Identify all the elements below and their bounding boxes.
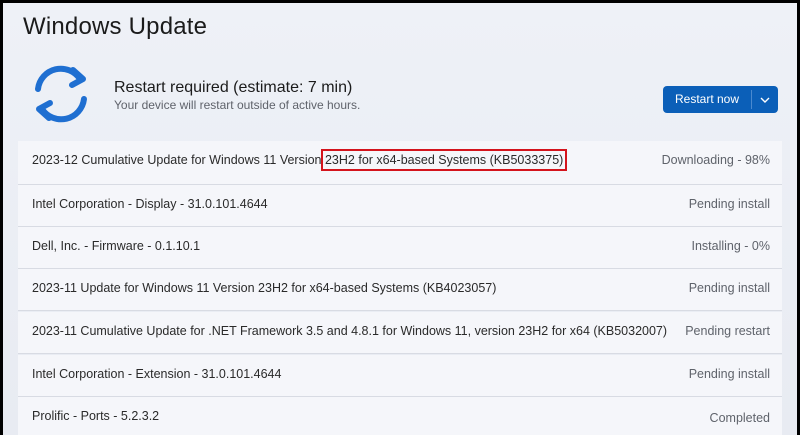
update-status: Pending restart [685,324,770,338]
restart-now-button[interactable]: Restart now [663,86,751,113]
update-row[interactable]: Prolific - Ports - 5.2.3.2 Completed [18,397,782,435]
update-status: Completed [709,411,770,425]
update-status: Installing - 0% [691,239,770,253]
settings-window: Windows Update Restart required (estimat… [3,3,797,435]
update-list: 2023-12 Cumulative Update for Windows 11… [18,141,782,435]
restart-now-split-button: Restart now [663,86,779,113]
update-name: Intel Corporation - Extension - 31.0.101… [32,367,282,381]
update-row[interactable]: Dell, Inc. - Firmware - 0.1.10.1 Install… [18,227,782,269]
update-status: Pending install [688,197,770,211]
sync-icon [35,65,87,123]
update-status: Pending install [688,367,770,381]
update-row[interactable]: Intel Corporation - Extension - 31.0.101… [18,355,782,397]
update-name: 2023-11 Cumulative Update for .NET Frame… [32,324,668,338]
highlighted-kb-text: 23H2 for x64-based Systems (KB5033375) [320,149,568,171]
status-subtitle: Your device will restart outside of acti… [114,98,361,112]
update-status: Downloading - 98% [661,153,770,167]
update-row[interactable]: 2023-12 Cumulative Update for Windows 11… [18,141,782,185]
restart-options-dropdown[interactable] [752,86,778,113]
update-name-prefix: 2023-12 Cumulative Update for Windows 11… [32,153,325,167]
update-name: 2023-11 Update for Windows 11 Version 23… [32,281,497,295]
update-name: Prolific - Ports - 5.2.3.2 [32,409,160,423]
update-row[interactable]: 2023-11 Update for Windows 11 Version 23… [18,269,782,311]
chevron-down-icon [760,97,770,103]
update-name: Intel Corporation - Display - 31.0.101.4… [32,197,268,211]
page-title: Windows Update [23,13,208,40]
update-row[interactable]: Intel Corporation - Display - 31.0.101.4… [18,185,782,227]
update-name: 2023-12 Cumulative Update for Windows 11… [32,149,568,171]
update-name: Dell, Inc. - Firmware - 0.1.10.1 [32,239,201,253]
update-row[interactable]: 2023-11 Cumulative Update for .NET Frame… [18,312,782,354]
status-title: Restart required (estimate: 7 min) [114,79,353,96]
update-status: Pending install [688,281,770,295]
